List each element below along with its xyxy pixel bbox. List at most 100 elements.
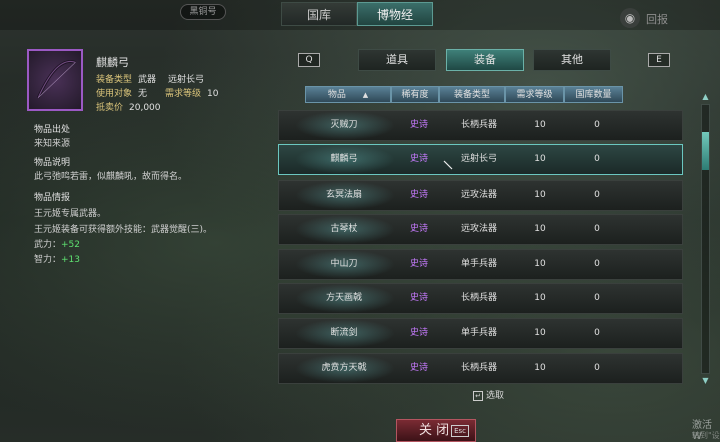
row-type: 长柄兵器 xyxy=(460,293,497,303)
table-row[interactable]: 虎贲方天戟 史诗 长柄兵器 10 0 xyxy=(278,353,683,384)
row-name: 古琴杖 xyxy=(330,224,358,234)
stat-strength-label: 武力： xyxy=(34,240,62,250)
row-name: 虎贲方天戟 xyxy=(321,363,367,373)
info-line-1: 王元姬专属武器。 xyxy=(34,209,107,219)
stat-strength-value: +52 xyxy=(61,240,81,250)
item-req-value: 10 xyxy=(207,89,219,99)
report-label[interactable]: 回报 xyxy=(646,11,668,27)
row-type: 长柄兵器 xyxy=(460,120,497,130)
desc-title: 物品说明 xyxy=(34,158,71,168)
item-price-label: 抵卖价 xyxy=(96,103,124,113)
stat-intellect-value: +13 xyxy=(61,255,81,265)
top-badge: 黑铜号 xyxy=(180,4,226,20)
next-tab-key[interactable]: E xyxy=(648,53,670,67)
table-row[interactable]: 中山刀 史诗 单手兵器 10 0 xyxy=(278,249,683,280)
bow-icon xyxy=(37,60,76,99)
origin-title: 物品出处 xyxy=(34,125,71,135)
table-row[interactable]: 古琴杖 史诗 远攻法器 10 0 xyxy=(278,214,683,245)
mouse-cursor-icon xyxy=(443,155,453,170)
item-price-line: 抵卖价 20,000 xyxy=(96,100,161,113)
tab-other[interactable]: 其他 xyxy=(533,49,611,71)
tab-treasury[interactable]: 国库 xyxy=(281,2,357,26)
table-row[interactable]: 玄冥法扇 史诗 远攻法器 10 0 xyxy=(278,180,683,211)
esc-key-label: Esc xyxy=(451,425,469,437)
row-rarity: 史诗 xyxy=(409,120,428,130)
close-button-label: 关 闭 xyxy=(419,423,450,438)
row-name: 中山刀 xyxy=(330,259,358,269)
desc-text: 此弓弛鸣若雷，似麒麟吼，故而得名。 xyxy=(34,172,188,182)
table-row-selected[interactable]: 麒麟弓 史诗 远射长弓 10 0 xyxy=(278,144,683,175)
row-rarity: 史诗 xyxy=(409,328,428,338)
row-name: 断流剑 xyxy=(330,328,358,338)
row-name: 玄冥法扇 xyxy=(325,190,362,200)
tab-museum[interactable]: 博物经 xyxy=(357,2,433,26)
col-head-type[interactable]: 装备类型 xyxy=(439,86,505,103)
row-req: 10 xyxy=(534,120,546,130)
item-req-label: 需求等级 xyxy=(165,89,202,99)
col-head-item[interactable]: 物品 ▲ xyxy=(305,86,391,103)
row-stock: 0 xyxy=(594,224,600,234)
select-hint: ↵ 选取 xyxy=(473,388,504,401)
row-type: 长柄兵器 xyxy=(460,363,497,373)
row-type: 单手兵器 xyxy=(460,259,497,269)
row-name: 麒麟弓 xyxy=(330,154,358,164)
col-head-req[interactable]: 需求等级 xyxy=(505,86,564,103)
tab-items[interactable]: 道具 xyxy=(358,49,436,71)
activation-watermark-sub: 转到"设 xyxy=(692,431,720,440)
row-req: 10 xyxy=(534,259,546,269)
prev-tab-key[interactable]: Q xyxy=(298,53,320,67)
info-line-2: 王元姬装备可获得额外技能：武器觉醒(三)。 xyxy=(34,225,213,235)
scroll-up-icon[interactable]: ▲ xyxy=(700,92,711,102)
stat-intellect: 智力：+13 xyxy=(34,252,80,265)
row-type: 远攻法器 xyxy=(460,224,497,234)
row-rarity: 史诗 xyxy=(409,154,428,164)
row-req: 10 xyxy=(534,224,546,234)
row-req: 10 xyxy=(534,293,546,303)
info-title: 物品情报 xyxy=(34,193,71,203)
row-req: 10 xyxy=(534,154,546,164)
scroll-down-icon[interactable]: ▼ xyxy=(700,376,711,386)
item-target-value: 无 xyxy=(138,89,148,99)
row-rarity: 史诗 xyxy=(409,224,428,234)
item-type-value: 武器 xyxy=(138,75,157,85)
item-portrait xyxy=(27,49,83,111)
row-rarity: 史诗 xyxy=(409,190,428,200)
row-type: 远射长弓 xyxy=(460,154,497,164)
row-rarity: 史诗 xyxy=(409,363,428,373)
row-stock: 0 xyxy=(594,259,600,269)
col-head-stock[interactable]: 国库数量 xyxy=(564,86,623,103)
close-button[interactable]: 关 闭 Esc xyxy=(396,419,476,442)
col-head-rarity[interactable]: 稀有度 xyxy=(391,86,439,103)
table-row[interactable]: 灭贼刀 史诗 长柄兵器 10 0 xyxy=(278,110,683,141)
stat-intellect-label: 智力： xyxy=(34,255,62,265)
enter-key-icon: ↵ xyxy=(473,391,483,401)
item-price-value: 20,000 xyxy=(129,103,161,113)
stat-strength: 武力：+52 xyxy=(34,237,80,250)
item-subtype-value: 远射长弓 xyxy=(168,75,205,85)
row-stock: 0 xyxy=(594,120,600,130)
next-tab-key-label: E xyxy=(656,55,662,65)
row-name: 灭贼刀 xyxy=(330,120,358,130)
row-name: 方天画戟 xyxy=(325,293,362,303)
table-row[interactable]: 断流剑 史诗 单手兵器 10 0 xyxy=(278,318,683,349)
select-hint-label: 选取 xyxy=(486,391,505,401)
row-req: 10 xyxy=(534,328,546,338)
prev-tab-key-label: Q xyxy=(305,55,313,65)
sort-asc-icon: ▲ xyxy=(362,91,369,99)
item-type-label: 装备类型 xyxy=(96,75,133,85)
item-target-line: 使用对象无 需求等级 10 xyxy=(96,86,219,99)
row-type: 远攻法器 xyxy=(460,190,497,200)
row-stock: 0 xyxy=(594,328,600,338)
row-req: 10 xyxy=(534,190,546,200)
item-name: 麒麟弓 xyxy=(96,56,129,69)
table-row[interactable]: 方天画戟 史诗 长柄兵器 10 0 xyxy=(278,283,683,314)
row-rarity: 史诗 xyxy=(409,293,428,303)
tab-equipment[interactable]: 装备 xyxy=(446,49,524,71)
item-target-label: 使用对象 xyxy=(96,89,133,99)
report-icon[interactable]: ◉ xyxy=(620,8,640,28)
row-stock: 0 xyxy=(594,293,600,303)
row-type: 单手兵器 xyxy=(460,328,497,338)
row-stock: 0 xyxy=(594,190,600,200)
row-stock: 0 xyxy=(594,363,600,373)
scrollbar-thumb[interactable] xyxy=(702,132,709,170)
